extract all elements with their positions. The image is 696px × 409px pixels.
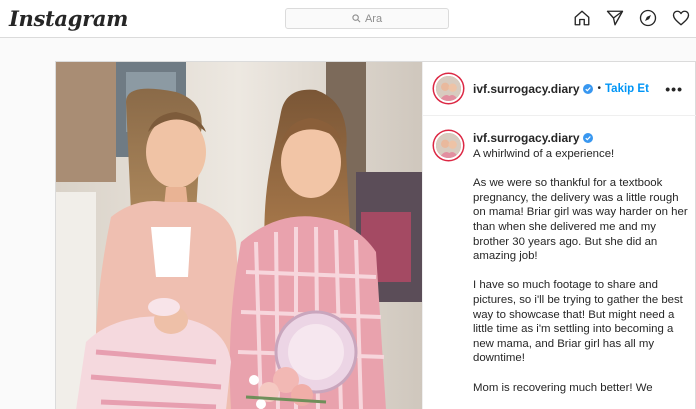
caption-paragraph: A whirlwind of a experience!: [473, 148, 615, 160]
post-username[interactable]: ivf.surrogacy.diary: [473, 82, 580, 96]
verified-badge-icon: [582, 83, 593, 94]
more-options-button[interactable]: •••: [665, 81, 683, 97]
post-header: ivf.surrogacy.diary • Takip Et •••: [423, 62, 696, 116]
verified-badge-icon: [582, 133, 593, 143]
caption-text: A whirlwind of a experience! As we were …: [473, 147, 689, 395]
home-icon[interactable]: [573, 9, 591, 27]
top-navigation-bar: Instagram Ara: [0, 0, 696, 38]
caption-avatar-image: [436, 133, 461, 158]
nav-icons: [573, 9, 690, 27]
explore-icon[interactable]: [639, 9, 657, 27]
post-photo[interactable]: [56, 62, 422, 409]
search-input[interactable]: Ara: [285, 8, 449, 29]
caption-avatar[interactable]: [434, 131, 463, 160]
search-icon: [352, 14, 361, 23]
caption-paragraph: As we were so thankful for a textbook pr…: [473, 177, 688, 263]
direct-icon[interactable]: [606, 9, 624, 27]
avatar-image: [436, 76, 461, 101]
separator-dot: •: [597, 83, 602, 94]
search-placeholder: Ara: [364, 12, 383, 25]
caption-body: ivf.surrogacy.diary A whirlwind of a exp…: [473, 131, 689, 409]
post-caption: ivf.surrogacy.diary A whirlwind of a exp…: [434, 131, 689, 409]
caption-paragraph: I have so much footage to share and pict…: [473, 279, 683, 365]
post-photo-illustration: [56, 62, 422, 409]
caption-header: ivf.surrogacy.diary: [473, 131, 689, 145]
instagram-logo[interactable]: Instagram: [9, 6, 128, 31]
caption-username[interactable]: ivf.surrogacy.diary: [473, 131, 580, 145]
avatar[interactable]: [434, 74, 463, 103]
caption-paragraph: Mom is recovering much better! We: [473, 381, 653, 394]
post-sidebar: ivf.surrogacy.diary • Takip Et ••• ivf.s…: [422, 62, 696, 409]
post-card: ivf.surrogacy.diary • Takip Et ••• ivf.s…: [55, 61, 696, 409]
follow-button[interactable]: Takip Et: [605, 83, 649, 95]
activity-icon[interactable]: [672, 9, 690, 27]
